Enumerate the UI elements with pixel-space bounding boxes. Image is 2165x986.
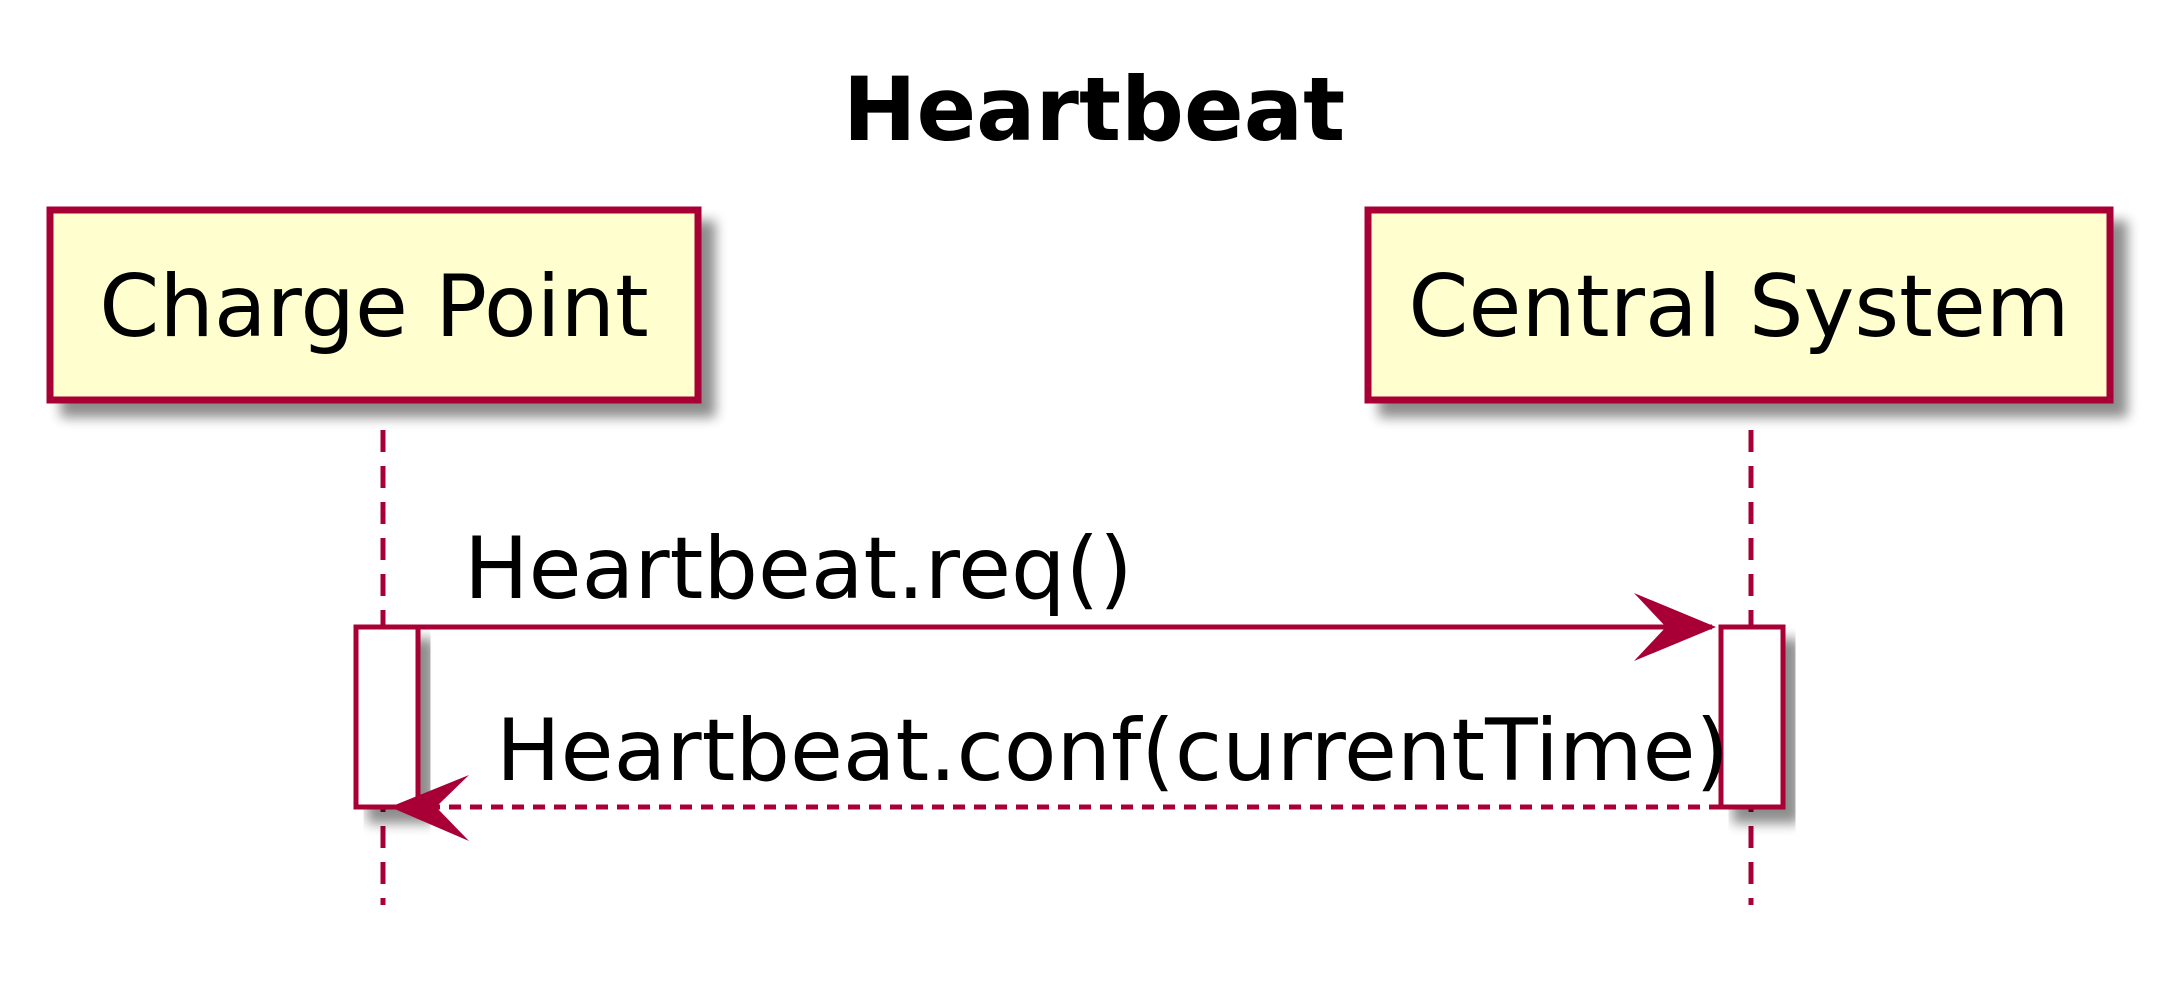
message-label: Heartbeat.req(): [464, 519, 1133, 619]
participant-label: Charge Point: [99, 257, 648, 357]
message-request: Heartbeat.req(): [418, 519, 1716, 661]
activation-bar-charge-point: [353, 624, 421, 810]
diagram-title: Heartbeat: [843, 58, 1345, 161]
message-response: Heartbeat.conf(currentTime): [390, 701, 1729, 841]
participant-label: Central System: [1408, 257, 2069, 357]
message-label: Heartbeat.conf(currentTime): [496, 701, 1729, 801]
participant-charge-point: Charge Point: [46, 206, 702, 404]
sequence-diagram: Heartbeat Charge Point Central System He…: [46, 58, 2114, 905]
participant-central-system: Central System: [1364, 206, 2114, 404]
activation-bar-central-system: [1718, 624, 1786, 810]
